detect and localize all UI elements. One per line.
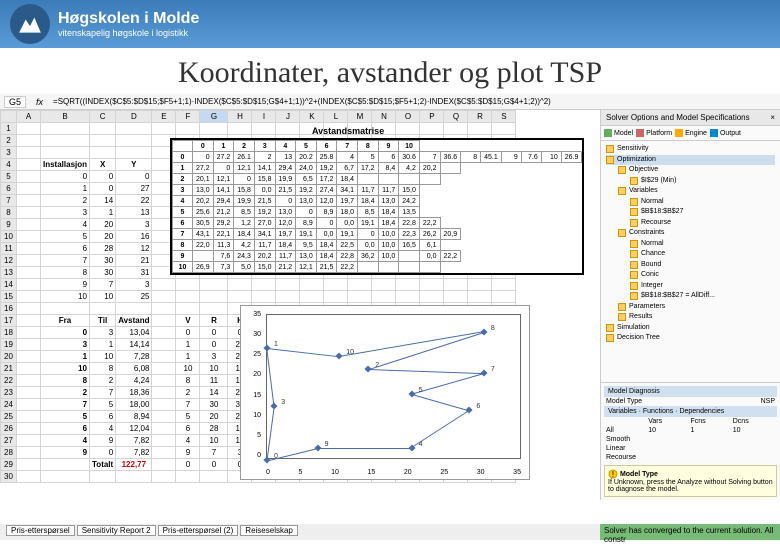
solver-tab[interactable]: Platform [636,129,672,137]
tree-item[interactable]: Simulation [606,323,775,334]
solver-tab[interactable]: Model [604,129,633,137]
solver-title: Solver Options and Model Specifications [606,113,750,122]
plot-point [365,365,372,372]
folder-icon [630,208,638,216]
folder-icon [606,156,614,164]
tree-item[interactable]: Variables [606,186,775,197]
plot-point [263,456,270,463]
folder-icon [630,250,638,258]
plot-point [263,345,270,352]
solver-panel: Solver Options and Model Specifications … [600,110,780,500]
tree-item[interactable]: Recourse [606,218,775,229]
tree-item[interactable]: Conic [606,270,775,281]
tree-item[interactable]: Chance [606,249,775,260]
tree-item[interactable]: Sensitivity [606,144,775,155]
tree-item[interactable]: Results [606,312,775,323]
sheet-tab[interactable]: Pris-etterspørsel (2) [158,525,239,536]
folder-icon [630,240,638,248]
name-box[interactable]: G5 [4,96,26,108]
tree-item[interactable]: Parameters [606,302,775,313]
model-diagnosis: Model Diagnosis Model TypeNSP Variables … [601,382,780,500]
tree-item[interactable]: $B$18:$B$27 [606,207,775,218]
plot-point [480,369,487,376]
folder-icon [630,271,638,279]
folder-icon [630,198,638,206]
folder-icon [618,229,626,237]
solver-tab[interactable]: Engine [675,129,707,137]
plot-point [408,390,415,397]
folder-icon [630,282,638,290]
folder-icon [630,261,638,269]
tree-item[interactable]: Integer [606,281,775,292]
model-type-note: ! Model Type If Unknown, press the Analy… [604,465,777,497]
org-sub: vitenskapelig høgskole i logistikk [58,28,199,38]
sheet-tab[interactable]: Sensitivity Report 2 [77,525,156,536]
tsp-plot: 35302520151050 031108275649 051015202530… [240,305,530,480]
slide-title: Koordinater, avstander og plot TSP [0,48,780,94]
tree-item[interactable]: $B$18:$B$27 = AllDiff... [606,291,775,302]
tree-item[interactable]: Constraints [606,228,775,239]
folder-icon [618,166,626,174]
distance-matrix: 0123456789100027.226.121320.225.845630.6… [170,138,584,275]
plot-point [314,444,321,451]
app-header: Høgskolen i Molde vitenskapelig høgskole… [0,0,780,48]
formula-bar: G5 fx =SQRT((INDEX($C$5:$D$15;$F5+1;1)·I… [0,94,780,110]
spreadsheet-area[interactable]: ABCDEFGHIJKLMNOPQRS1234InstallasjonXY500… [0,110,600,500]
matrix-title: Avstandsmatrise [312,126,384,136]
logo-icon [10,4,50,44]
tree-item[interactable]: Normal [606,197,775,208]
diag-title: Model Diagnosis [604,386,777,397]
sheet-tab[interactable]: Pris-etterspørsel [6,525,75,536]
folder-icon [618,313,626,321]
folder-icon [630,219,638,227]
tree-item[interactable]: Normal [606,239,775,250]
formula-text[interactable]: =SQRT((INDEX($C$5:$D$15;$F5+1;1)·INDEX($… [53,97,551,106]
fx-icon[interactable]: fx [36,97,43,107]
plot-point [466,407,473,414]
status-bar: Pris-etterspørselSensitivity Report 2Pri… [0,524,780,540]
folder-icon [606,334,614,342]
tree-item[interactable]: Decision Tree [606,333,775,344]
tree-item[interactable]: $I$29 (Min) [606,176,775,187]
solver-tab[interactable]: Output [710,129,741,137]
solver-status: Solver has converged to the current solu… [600,524,780,540]
plot-point [271,403,278,410]
plot-point [336,353,343,360]
folder-icon [630,292,638,300]
plot-point [480,328,487,335]
folder-icon [618,303,626,311]
close-icon[interactable]: × [770,113,775,122]
folder-icon [606,324,614,332]
org-name: Høgskolen i Molde [58,10,199,28]
folder-icon [606,145,614,153]
folder-icon [630,177,638,185]
sheet-tab[interactable]: Reiseselskap [240,525,298,536]
folder-icon [618,187,626,195]
svg-text:!: ! [612,470,614,479]
tree-item[interactable]: Bound [606,260,775,271]
tree-item[interactable]: Objective [606,165,775,176]
tree-item[interactable]: Optimization [606,155,775,166]
